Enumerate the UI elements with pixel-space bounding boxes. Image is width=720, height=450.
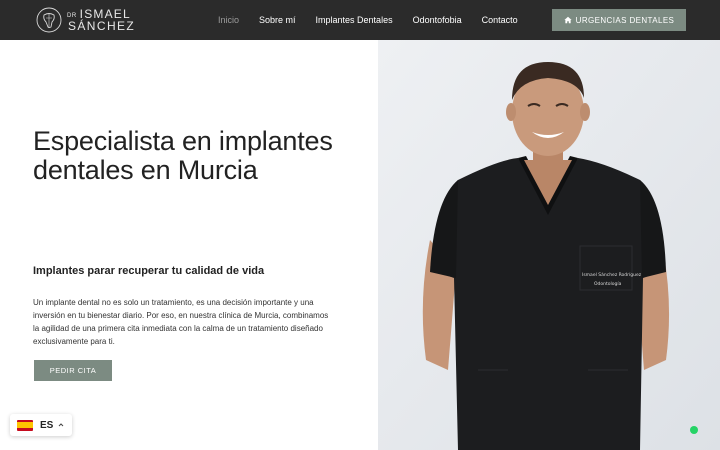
language-selector[interactable]: ES [10, 414, 72, 436]
tooth-logo-icon [36, 7, 62, 33]
hero-subtitle: Implantes parar recuperar tu calidad de … [33, 265, 265, 277]
hero-title: Especialista en implantes dentales en Mu… [33, 126, 333, 185]
logo-last-name: SÁNCHEZ [68, 19, 136, 33]
main-nav: Inicio Sobre mí Implantes Dentales Odont… [218, 0, 538, 40]
language-code: ES [40, 419, 54, 431]
site-logo[interactable]: DR ISMAEL SÁNCHEZ [36, 6, 135, 34]
nav-item-inicio[interactable]: Inicio [218, 15, 239, 25]
whatsapp-icon[interactable] [690, 426, 698, 434]
chevron-up-icon [58, 423, 64, 427]
nav-item-implantes-dentales[interactable]: Implantes Dentales [316, 15, 393, 25]
home-icon [564, 16, 572, 24]
hero-content: Especialista en implantes dentales en Mu… [0, 40, 378, 450]
nav-item-sobre-mi[interactable]: Sobre mí [259, 15, 296, 25]
nav-item-contacto[interactable]: Contacto [482, 15, 518, 25]
nav-item-odontofobia[interactable]: Odontofobia [413, 15, 462, 25]
scrubs-name-text: Ismael Sánchez Rodríguez [582, 271, 642, 278]
spain-flag-icon [17, 419, 33, 431]
scrubs-role-text: Odontología [594, 280, 622, 287]
site-header: DR ISMAEL SÁNCHEZ Inicio Sobre mí Implan… [0, 0, 720, 40]
book-appointment-button[interactable]: PEDIR CITA [34, 360, 112, 381]
dentist-photo: Ismael Sánchez Rodríguez Odontología [378, 40, 720, 450]
urgent-button-label: URGENCIAS DENTALES [575, 15, 675, 25]
page: DR ISMAEL SÁNCHEZ Inicio Sobre mí Implan… [0, 0, 720, 450]
logo-text: DR ISMAEL SÁNCHEZ [67, 8, 135, 32]
dentist-portrait-image: Ismael Sánchez Rodríguez Odontología [378, 40, 720, 450]
urgent-dental-button[interactable]: URGENCIAS DENTALES [552, 9, 686, 31]
hero-description: Un implante dental no es solo un tratami… [33, 298, 329, 346]
